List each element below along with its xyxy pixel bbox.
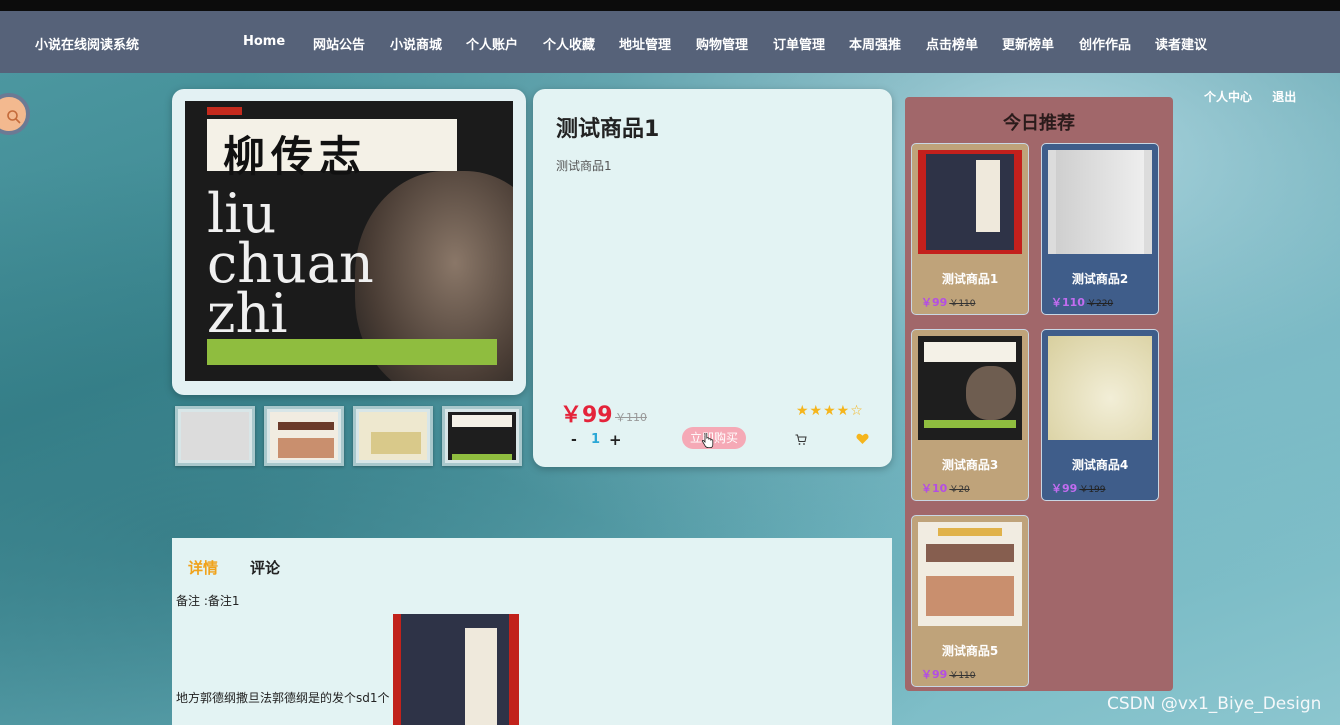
remark-text: 备注 :备注1 [176,594,240,608]
nav-item-shopping[interactable]: 购物管理 [696,34,748,53]
favorite-heart-icon[interactable] [856,433,869,445]
nav-item-home[interactable]: Home [243,34,285,49]
reco-image [1048,336,1152,440]
cover-title-cn: 柳传志 [223,132,368,181]
cover-title-en: liu chuan zhi [207,182,374,345]
reco-card[interactable]: 测试商品1 ￥99 ￥110 [911,143,1029,315]
reco-image [918,522,1022,626]
reco-price: ￥99 ￥110 [921,668,976,681]
description-text: 地方郭德纲撒旦法郭德纲是的发个sd1个 [176,691,390,705]
reco-price: ￥110 ￥220 [1051,296,1114,309]
reco-price: ￥10 ￥20 [921,482,970,495]
thumbnail-3[interactable] [353,406,433,466]
cover-green-band [207,339,497,365]
main-product-image[interactable]: 柳传志 liu chuan zhi [185,101,513,381]
nav-item-works[interactable]: 创作作品 [1079,34,1131,53]
reco-image [918,336,1022,440]
nav-item-suggestions[interactable]: 读者建议 [1155,34,1207,53]
user-links: 个人中心 退出 [1204,88,1312,105]
reco-card[interactable]: 测试商品3 ￥10 ￥20 [911,329,1029,501]
buy-now-button[interactable]: 立即购买 [682,427,746,449]
watermark: CSDN @vx1_Biye_Design [1107,694,1322,714]
qty-value[interactable]: 1 [591,432,600,447]
nav-item-click-rank[interactable]: 点击榜单 [926,34,978,53]
nav-item-novel-store[interactable]: 小说商城 [390,34,442,53]
tab-detail[interactable]: 详情 [188,557,218,578]
navbar: 小说在线阅读系统 Home 网站公告 小说商城 个人账户 个人收藏 地址管理 购… [0,11,1340,73]
product-title: 测试商品1 [556,117,660,142]
reco-card[interactable]: 测试商品2 ￥110 ￥220 [1041,143,1159,315]
hand-cursor-icon [702,433,714,448]
thumbnail-image [181,412,249,460]
user-center-link[interactable]: 个人中心 [1204,90,1252,104]
search-icon [7,110,21,124]
recommendation-panel: 今日推荐 测试商品1 ￥99 ￥110 测试商品2 ￥110 ￥220 测试商品3 … [905,97,1173,691]
reco-name: 测试商品4 [1071,458,1129,472]
thumbnail-image [270,412,338,460]
reco-name: 测试商品2 [1071,272,1129,286]
brand-title[interactable]: 小说在线阅读系统 [35,34,139,53]
top-strip [0,0,1340,11]
nav-item-account[interactable]: 个人账户 [466,34,518,53]
nav-item-favorites[interactable]: 个人收藏 [543,34,595,53]
thumbnail-image [448,412,516,460]
nav-item-address[interactable]: 地址管理 [619,34,671,53]
logout-link[interactable]: 退出 [1272,90,1296,104]
reco-name: 测试商品5 [941,644,999,658]
detail-panel: 详情 评论 备注 :备注1 地方郭德纲撒旦法郭德纲是的发个sd1个 [172,538,892,725]
reco-image [918,150,1022,254]
cover-red-tag [207,107,242,115]
product-subtitle: 测试商品1 [556,159,612,173]
product-old-price: ￥110 [615,411,647,424]
nav-item-weekly-pick[interactable]: 本周强推 [849,34,901,53]
search-button[interactable] [0,93,30,135]
reco-price: ￥99 ￥199 [1051,482,1106,495]
reco-image [1048,150,1152,254]
tab-comments[interactable]: 评论 [250,557,280,578]
thumbnail-2[interactable] [264,406,344,466]
nav-item-announcements[interactable]: 网站公告 [313,34,365,53]
thumbnail-image [359,412,427,460]
product-price: ￥99 [560,403,613,428]
reco-card[interactable]: 测试商品4 ￥99 ￥199 [1041,329,1159,501]
qty-decrease-button[interactable]: - [571,432,577,448]
reco-card[interactable]: 测试商品5 ￥99 ￥110 [911,515,1029,687]
reco-price: ￥99 ￥110 [921,296,976,309]
product-info-card: 测试商品1 测试商品1 ￥99 ￥110 ★★★★☆ - 1 + 立即购买 [533,89,892,467]
nav-item-orders[interactable]: 订单管理 [773,34,825,53]
reco-name: 测试商品3 [941,458,999,472]
recommendation-title: 今日推荐 [1003,113,1075,134]
thumbnail-4[interactable] [442,406,522,466]
reco-name: 测试商品1 [941,272,999,286]
thumbnail-1[interactable] [175,406,255,466]
main-image-card: 柳传志 liu chuan zhi [172,89,526,395]
rating-stars: ★★★★☆ [796,403,864,419]
nav-item-update-rank[interactable]: 更新榜单 [1002,34,1054,53]
cart-icon[interactable] [795,434,807,446]
qty-increase-button[interactable]: + [609,431,622,449]
detail-image [393,614,519,725]
